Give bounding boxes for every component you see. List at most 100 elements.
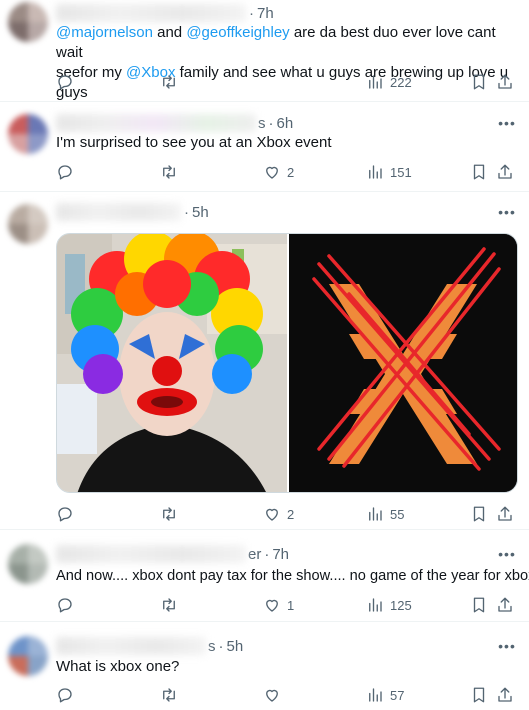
reply-button[interactable] [56,163,74,181]
tweet-3[interactable]: · 5h ••• 2 55 [0,192,529,530]
likes-count: 2 [287,164,295,180]
tweet-header: · 5h [56,202,209,222]
author-name[interactable] [56,4,246,22]
bookmark-icon [473,506,485,522]
author-name[interactable] [56,114,256,132]
retweet-button[interactable] [160,686,178,704]
more-options-icon[interactable]: ••• [497,636,517,656]
retweet-icon [163,507,175,521]
clown-photo-image [57,234,287,492]
author-handle-tail: s [258,114,266,132]
avatar[interactable] [8,544,48,584]
like-button[interactable] [263,686,281,704]
reply-icon [58,598,72,613]
reply-button[interactable] [56,73,74,91]
action-bar: 2 55 [56,504,513,524]
bookmark-icon [473,164,485,180]
like-button[interactable]: 2 [263,163,294,181]
avatar[interactable] [8,2,48,42]
media-grid[interactable] [56,233,518,493]
views-button[interactable]: 222 [366,73,412,91]
share-button[interactable] [496,686,514,704]
author-name[interactable] [56,637,206,655]
tweet-2[interactable]: s · 6h ••• I'm surprised to see you at a… [0,102,529,192]
reply-icon [58,688,72,703]
heart-icon [266,166,278,179]
views-button[interactable]: 57 [366,686,404,704]
bookmark-button[interactable] [470,505,488,523]
more-options-icon[interactable]: ••• [497,113,517,133]
views-button[interactable]: 151 [366,163,412,181]
tweet-1[interactable]: · 7h @majornelson and @geoffkeighley are… [0,0,529,102]
more-options-icon[interactable]: ••• [497,544,517,564]
timestamp[interactable]: 6h [277,115,294,132]
retweet-button[interactable] [160,163,178,181]
bookmark-icon [473,597,485,613]
author-name[interactable] [56,203,181,221]
retweet-button[interactable] [160,505,178,523]
mention-link[interactable]: @geoffkeighley [186,24,289,41]
reply-button[interactable] [56,686,74,704]
timestamp[interactable]: 7h [257,5,274,22]
author-name[interactable] [56,545,246,563]
like-button[interactable]: 2 [263,505,294,523]
timestamp[interactable]: 7h [272,546,289,563]
bookmark-button[interactable] [470,686,488,704]
share-button[interactable] [496,163,514,181]
share-icon [498,164,512,179]
views-icon [369,507,382,521]
retweet-button[interactable] [160,73,178,91]
action-bar: 57 [56,685,513,705]
reply-icon [58,75,72,90]
views-icon [369,75,382,89]
bookmark-button[interactable] [470,73,488,91]
reply-icon [58,507,72,522]
bookmark-icon [473,687,485,703]
share-icon [498,74,512,89]
timestamp[interactable]: 5h [192,204,209,221]
likes-count: 1 [287,597,295,613]
share-icon [498,597,512,612]
retweet-icon [163,75,175,89]
separator-dot: · [249,4,254,22]
reply-button[interactable] [56,505,74,523]
author-handle-tail: s [208,637,216,655]
tweet-4[interactable]: er · 7h ••• And now.... xbox dont pay ta… [0,530,529,622]
bookmark-button[interactable] [470,163,488,181]
reply-icon [58,165,72,180]
avatar[interactable] [8,636,48,676]
xbox-logo-crossed-image[interactable] [289,234,517,492]
share-button[interactable] [496,73,514,91]
views-count: 151 [390,164,412,180]
text-fragment: and [152,24,187,41]
share-button[interactable] [496,596,514,614]
separator-dot: · [184,203,189,221]
timestamp[interactable]: 5h [227,638,244,655]
tweet-header: s · 5h [56,636,243,656]
xbox-logo-image [289,234,517,492]
bookmark-button[interactable] [470,596,488,614]
mention-link[interactable]: @majornelson [56,24,153,41]
retweet-icon [163,688,175,702]
tweet-text: I'm surprised to see you at an Xbox even… [56,134,332,151]
share-icon [498,687,512,702]
separator-dot: · [268,114,274,132]
views-button[interactable]: 55 [366,505,404,523]
clown-photo[interactable] [57,234,287,492]
avatar[interactable] [8,114,48,154]
reply-button[interactable] [56,596,74,614]
likes-count: 2 [287,506,295,522]
tweet-header: s · 6h [56,113,293,133]
avatar[interactable] [8,204,48,244]
heart-icon [266,599,278,612]
views-button[interactable]: 125 [366,596,412,614]
retweet-button[interactable] [160,596,178,614]
tweet-5[interactable]: s · 5h ••• What is xbox one? 57 [0,622,529,710]
action-bar: 2 151 [56,162,513,182]
more-options-icon[interactable]: ••• [497,202,517,222]
separator-dot: · [218,637,224,655]
share-button[interactable] [496,505,514,523]
bookmark-icon [473,74,485,90]
like-button[interactable]: 1 [263,596,294,614]
retweet-icon [163,598,175,612]
